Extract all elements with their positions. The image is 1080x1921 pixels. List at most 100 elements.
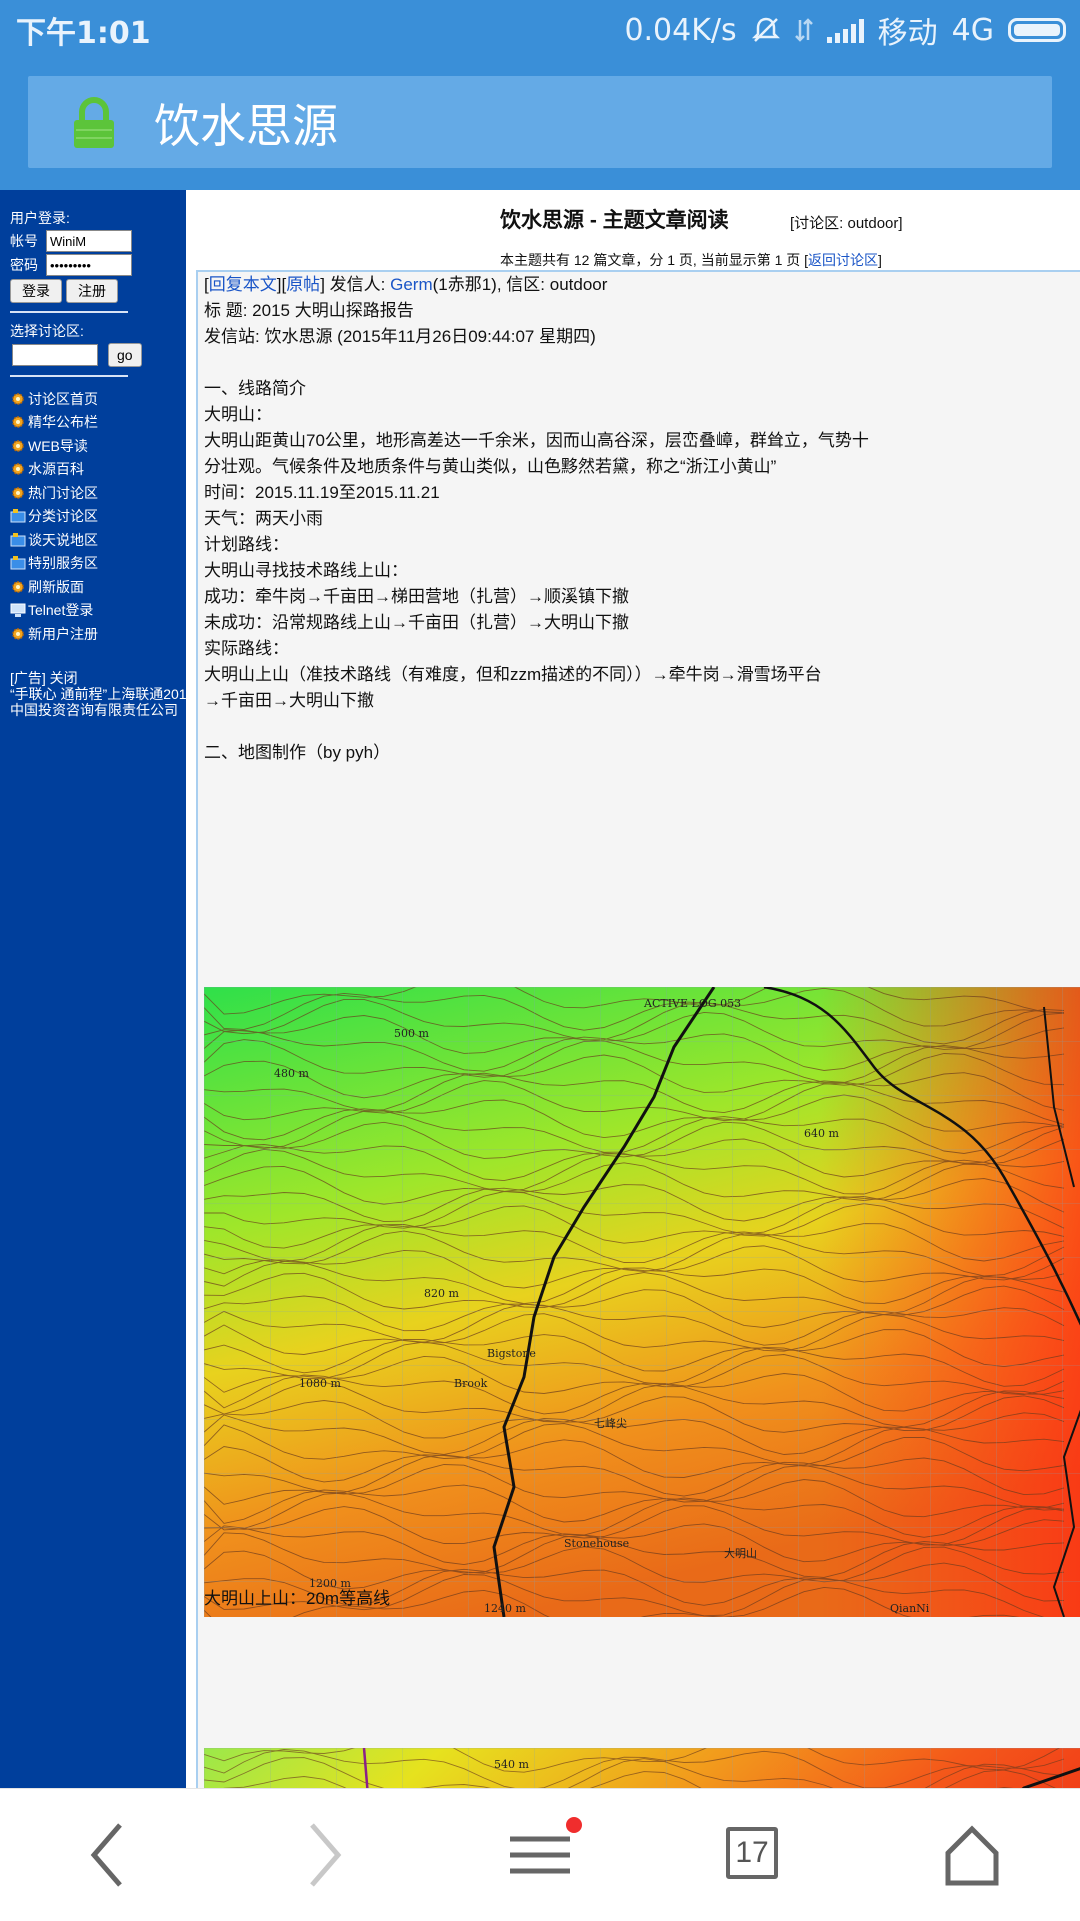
signal-icon	[826, 17, 864, 43]
article-text: 一、线路简介 大明山： 大明山距黄山70公里，地形高差达一千余米，因而山高谷深，层峦…	[204, 350, 1080, 766]
article-header-line: [回复本文][原帖] 发信人: Germ(1赤那1), 信区: outdoor	[204, 275, 608, 294]
board-input[interactable]	[12, 344, 98, 366]
menu-icon[interactable]	[504, 1817, 584, 1893]
article-line	[204, 714, 1080, 740]
notification-badge	[566, 1817, 582, 1833]
sidebar-nav-item[interactable]: 热门讨论区	[0, 481, 186, 505]
sidebar-nav-item[interactable]: 新用户注册	[0, 622, 186, 646]
sidebar-nav-item[interactable]: 精华公布栏	[0, 411, 186, 435]
map-label: 七峰尖	[594, 1417, 627, 1430]
topo-map-2[interactable]: 540 m560 m620 m720 m大明山	[204, 1748, 1080, 1788]
article-subject: 标 题: 2015 大明山探路报告	[204, 301, 414, 320]
map-label: Stonehouse	[564, 1537, 629, 1550]
ad-line[interactable]: 中国投资咨询有限责任公司	[10, 702, 186, 718]
map-label: QianNi	[890, 1602, 930, 1615]
gear-icon	[10, 391, 28, 407]
sidebar-nav-item[interactable]: 水源百科	[0, 458, 186, 482]
sidebar-nav-label: 谈天说地区	[28, 531, 98, 548]
sidebar-nav-item[interactable]: Telnet登录	[0, 599, 186, 623]
gear-icon	[10, 485, 28, 501]
network-type: 4G	[951, 12, 994, 48]
article-line: 二、地图制作（by pyh）	[204, 743, 391, 762]
forum-tag: [讨论区: outdoor]	[790, 215, 903, 232]
app-header: 饮水思源	[0, 56, 1080, 190]
article-box: [回复本文][原帖] 发信人: Germ(1赤那1), 信区: outdoor …	[196, 270, 1080, 1788]
article-line: →千亩田→大明山下撤	[204, 691, 374, 710]
login-button[interactable]: 登录	[10, 279, 62, 303]
article-line: 大明山距黄山70公里，地形高差达一千余米，因而山高谷深，层峦叠嶂，群耸立，气势十	[204, 431, 869, 450]
ad-tag: [广告]	[10, 669, 46, 686]
map-label: 1080 m	[299, 1377, 341, 1390]
sidebar-nav-label: 热门讨论区	[28, 484, 98, 501]
folder-icon	[10, 508, 28, 524]
folder-icon	[10, 555, 28, 571]
back-to-board-link[interactable]: 返回讨论区	[808, 252, 878, 268]
article-line: 成功：牵牛岗→千亩田→梯田营地（扎营）→顺溪镇下撤	[204, 587, 629, 606]
article-line: 大明山：	[204, 405, 272, 424]
app-title: 饮水思源	[154, 99, 338, 153]
map-label: Bigstone	[487, 1347, 536, 1360]
reply-link[interactable]: 回复本文	[209, 275, 277, 294]
battery-icon	[1008, 18, 1066, 42]
article-site: 发信站: 饮水思源 (2015年11月26日09:44:07 星期四)	[204, 327, 596, 346]
computer-icon	[10, 602, 28, 618]
ad-close-link[interactable]: 关闭	[50, 670, 78, 686]
sidebar-nav-label: 新用户注册	[28, 625, 98, 642]
password-input[interactable]	[46, 254, 132, 276]
topo-map-1[interactable]: 500 m 480 m 640 m 820 m 1080 m Bigstone Brook 七…	[204, 987, 1080, 1617]
status-bar: 下午1:01 0.04K/s 移动 4G	[0, 0, 1080, 56]
sidebar-nav-item[interactable]: WEB导读	[0, 434, 186, 458]
map-label: 820 m	[424, 1287, 459, 1300]
sidebar-nav-label: Telnet登录	[28, 602, 94, 619]
gear-icon	[10, 626, 28, 642]
article-line: 时间：2015.11.19至2015.11.21	[204, 483, 440, 502]
topic-summary: 本主题共有 12 篇文章，分 1 页, 当前显示第 1 页 [返回讨论区]	[500, 250, 882, 270]
register-button[interactable]: 注册	[66, 279, 118, 303]
gear-icon	[10, 461, 28, 477]
map-label: 480 m	[274, 1067, 309, 1080]
go-button[interactable]: go	[108, 343, 142, 367]
sidebar-nav-label: 讨论区首页	[28, 390, 98, 407]
ad-line[interactable]: “手联心 通前程”上海联通2016	[10, 686, 186, 702]
sidebar-nav-item[interactable]: 特别服务区	[0, 552, 186, 576]
sidebar-nav-label: 刷新版面	[28, 578, 84, 595]
data-arrows-icon	[794, 18, 813, 42]
board-select-label: 选择讨论区:	[10, 323, 84, 339]
sidebar-nav-item[interactable]: 分类讨论区	[0, 505, 186, 529]
network-speed: 0.04K/s	[624, 12, 737, 48]
sidebar-nav-label: 分类讨论区	[28, 508, 98, 525]
main-content: 饮水思源 - 主题文章阅读 [讨论区: outdoor] 本主题共有 12 篇文…	[186, 190, 1080, 1788]
lock-icon	[74, 97, 114, 148]
app-header-bar[interactable]: 饮水思源	[28, 76, 1052, 168]
folder-icon	[10, 532, 28, 548]
sidebar-nav-label: 特别服务区	[28, 555, 98, 572]
article-line: 未成功：沿常规路线上山→千亩田（扎营）→大明山下撤	[204, 613, 629, 632]
map-label: 540 m	[494, 1758, 529, 1771]
original-post-link[interactable]: 原帖	[286, 275, 320, 294]
sidebar-nav-item[interactable]: 讨论区首页	[0, 387, 186, 411]
sidebar: 用户登录: 帐号 密码 登录 注册 选择讨论区: go 讨论区首页精华公布栏 WE…	[0, 190, 186, 1788]
status-time: 下午1:01	[16, 16, 151, 51]
ad-block: [广告] 关闭 “手联心 通前程”上海联通2016 中国投资咨询有限责任公司	[10, 670, 186, 718]
poster-label: 发信人:	[329, 275, 386, 294]
sidebar-nav: 讨论区首页精华公布栏 WEB导读 水源百科热门讨论区分类讨论区谈天说地区特别服务区刷…	[0, 387, 186, 646]
account-input[interactable]	[46, 230, 132, 252]
status-right: 0.04K/s 移动 4G	[624, 8, 1066, 52]
sidebar-nav-label: 精华公布栏	[28, 414, 98, 431]
article-line: 一、线路简介	[204, 379, 306, 398]
summary-text: 本主题共有 12 篇文章，分 1 页, 当前显示第 1 页 [	[500, 252, 809, 268]
back-icon[interactable]	[84, 1817, 132, 1893]
sidebar-nav-item[interactable]: 谈天说地区	[0, 528, 186, 552]
forward-icon[interactable]	[300, 1817, 348, 1893]
sidebar-divider	[10, 311, 128, 313]
browser-bottom-nav: 17	[0, 1788, 1080, 1921]
carrier-name: 移动	[877, 16, 938, 51]
home-icon[interactable]	[942, 1817, 1002, 1893]
sidebar-nav-item[interactable]: 刷新版面	[0, 575, 186, 599]
map-label: 1240 m	[484, 1602, 526, 1615]
page-title: 饮水思源 - 主题文章阅读	[500, 209, 729, 232]
poster-link[interactable]: Germ	[390, 275, 433, 294]
tabs-icon[interactable]: 17	[726, 1827, 778, 1879]
article-line: 实际路线：	[204, 639, 289, 658]
article-line: 大明山寻找技术路线上山：	[204, 561, 408, 580]
